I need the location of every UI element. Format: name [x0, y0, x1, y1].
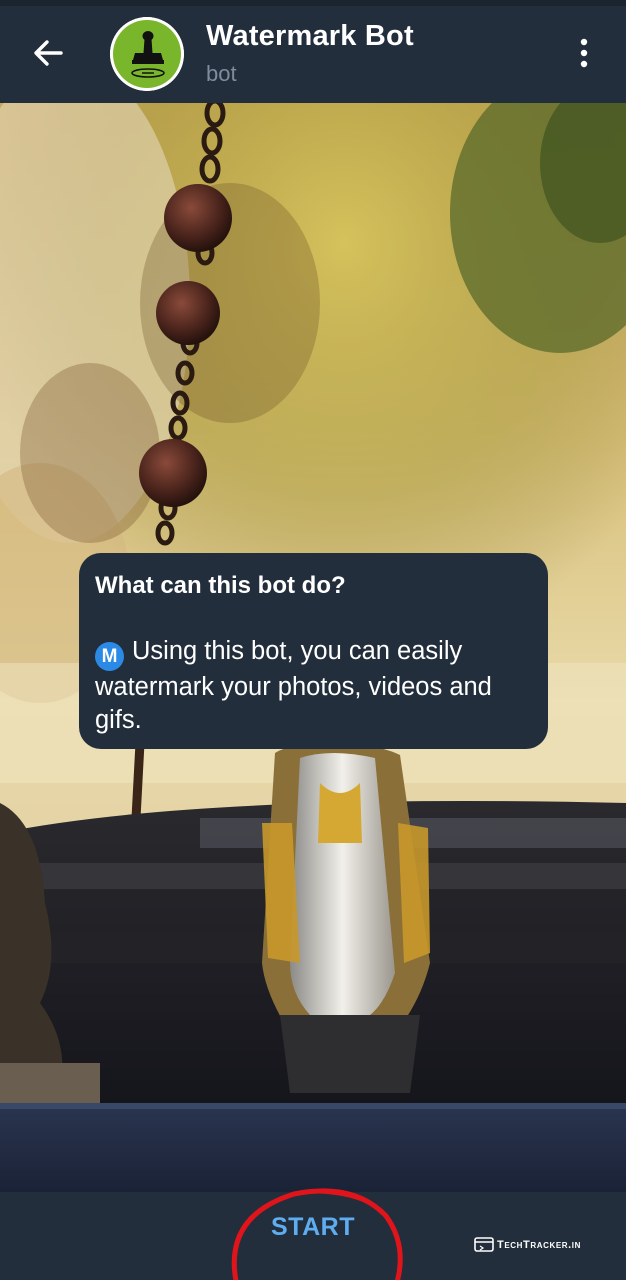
rubber-stamp-icon — [110, 17, 184, 91]
bot-info-text: Using this bot, you can easily watermark… — [95, 637, 492, 734]
chat-screen: Watermark Bot bot What can this bot do? … — [0, 0, 626, 1280]
m-badge-icon: M — [95, 642, 124, 671]
start-button[interactable]: START — [0, 1192, 626, 1280]
more-options-button[interactable] — [564, 30, 604, 76]
chat-subtitle: bot — [206, 61, 237, 86]
watermark-text: TechTracker.in — [497, 1238, 582, 1251]
chat-header: Watermark Bot bot — [0, 0, 626, 103]
back-button[interactable] — [22, 30, 74, 76]
chat-title[interactable]: Watermark Bot — [206, 20, 414, 53]
start-button-label: START — [271, 1212, 355, 1241]
bot-info-title: What can this bot do? — [95, 572, 346, 599]
statue — [262, 744, 430, 1093]
browser-window-icon — [474, 1237, 494, 1252]
bottom-bar: START — [0, 1192, 626, 1280]
avatar[interactable] — [110, 17, 184, 91]
arrow-left-icon — [34, 40, 63, 66]
bot-info-description: M Using this bot, you can easily watermar… — [95, 635, 532, 737]
status-strip — [0, 0, 626, 6]
site-watermark: TechTracker.in — [474, 1237, 581, 1252]
bot-info-card: What can this bot do? M Using this bot, y… — [79, 553, 548, 749]
more-vertical-icon — [580, 38, 588, 68]
